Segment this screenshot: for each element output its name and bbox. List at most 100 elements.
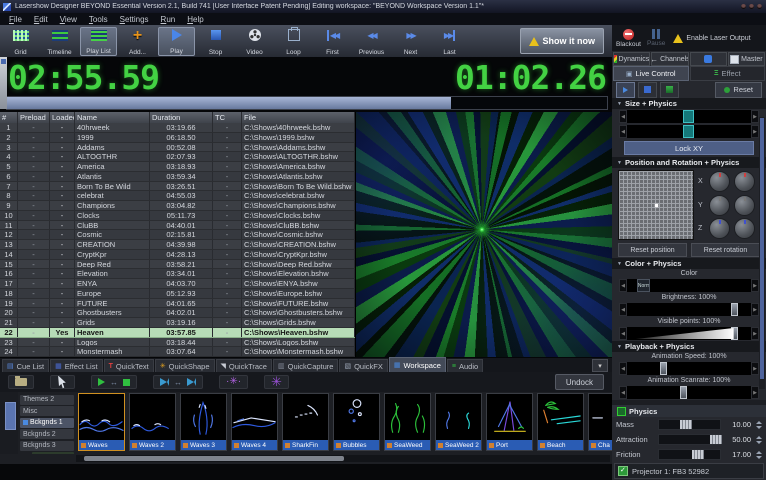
spider-effect-button[interactable]: ✳: [264, 375, 289, 389]
timeline-button[interactable]: Timeline: [41, 27, 78, 56]
spin-down-icon[interactable]: [756, 441, 762, 444]
table-row[interactable]: 18--Europe05:12.93-C:\Shows\Europe.bshw: [0, 289, 355, 299]
preview-mode-button[interactable]: [660, 82, 679, 98]
tab-cue-list[interactable]: Cue List: [2, 359, 49, 372]
slider-right-arrow[interactable]: ▶: [751, 386, 759, 399]
group-misc[interactable]: Misc: [32, 452, 74, 454]
table-row[interactable]: 16--Elevation03:34.01-C:\Shows\Elevation…: [0, 269, 355, 279]
reset-rotation-button[interactable]: Reset rotation: [691, 243, 760, 257]
table-row[interactable]: 5--America03:18.93-C:\Shows\America.bshw: [0, 162, 355, 172]
panel-tab-master[interactable]: Master: [728, 52, 765, 66]
section-position-rotation[interactable]: Position and Rotation + Physics: [612, 157, 766, 168]
slider-handle[interactable]: [692, 450, 704, 459]
cue-thumbnail-seaweed-2[interactable]: SeaWeed 2: [435, 393, 482, 451]
add-button[interactable]: +Add...: [119, 27, 156, 56]
value-spinner[interactable]: [755, 451, 762, 459]
section-physics[interactable]: Physics: [612, 405, 766, 417]
reset-position-button[interactable]: Reset position: [618, 243, 687, 257]
cue-thumbnail-sharkfin[interactable]: SharkFin: [282, 393, 329, 451]
cue-thumbnail-cha[interactable]: Cha: [588, 393, 612, 451]
tab-quicktrace[interactable]: QuickTrace: [216, 359, 272, 372]
menu-view[interactable]: View: [55, 15, 82, 24]
value-spinner[interactable]: [755, 421, 762, 429]
table-row[interactable]: 21--Grids03:19.16-C:\Shows\Grids.bshw: [0, 318, 355, 328]
cue-thumbnail-waves[interactable]: Waves: [78, 393, 125, 451]
tab-quickfx[interactable]: QuickFX: [339, 359, 387, 372]
slider-track[interactable]: [627, 386, 751, 399]
slider-track[interactable]: [627, 125, 751, 138]
panel-tab-pointer[interactable]: [690, 52, 727, 66]
slider-left-arrow[interactable]: ◀: [619, 279, 627, 292]
slider-handle[interactable]: [660, 362, 667, 375]
table-row[interactable]: 3--Addams00:52.08-C:\Shows\Addams.bshw: [0, 143, 355, 153]
slider-right-arrow[interactable]: ▶: [751, 327, 759, 340]
z-offset-knob[interactable]: [734, 218, 755, 239]
panel-subtab-live-control[interactable]: Live Control: [613, 66, 689, 81]
brightness-slider[interactable]: ◀▶: [619, 303, 759, 316]
table-row[interactable]: 1--40hrweek03:19.66-C:\Shows\40hrweek.bs…: [0, 123, 355, 133]
play-mode-group[interactable]: ↔: [91, 375, 137, 389]
slider-handle[interactable]: [683, 110, 694, 123]
table-row[interactable]: 22-YesHeaven03:57.85-C:\Shows\Heaven.bsh…: [0, 328, 355, 338]
slider-left-arrow[interactable]: ◀: [619, 303, 627, 316]
select-tool-button[interactable]: [50, 375, 75, 389]
slider-right-arrow[interactable]: ▶: [751, 303, 759, 316]
table-row[interactable]: 24--Monstermash03:07.64-C:\Shows\Monster…: [0, 347, 355, 357]
next-button[interactable]: ▶▶Next: [392, 27, 429, 56]
pause-button[interactable]: Pause: [647, 29, 665, 47]
cue-thumbnail-beach[interactable]: Beach: [537, 393, 584, 451]
slider-right-arrow[interactable]: ▶: [751, 110, 759, 123]
slider-handle[interactable]: [731, 303, 738, 316]
spin-up-icon[interactable]: [756, 451, 762, 454]
spin-down-icon[interactable]: [756, 426, 762, 429]
table-row[interactable]: 6--Atlantis03:59.34-C:\Shows\Atlantis.bs…: [0, 172, 355, 182]
slider-handle[interactable]: [680, 386, 687, 399]
open-workspace-button[interactable]: [8, 375, 34, 389]
mass-slider[interactable]: [658, 419, 721, 430]
cue-thumbnail-waves-2[interactable]: Waves 2: [129, 393, 176, 451]
table-row[interactable]: 4--ALTOGTHR02:07.93-C:\Shows\ALTOGTHR.bs…: [0, 152, 355, 162]
slider-right-arrow[interactable]: ▶: [751, 125, 759, 138]
table-row[interactable]: 19--FUTURE04:01.65-C:\Shows\FUTURE.bshw: [0, 299, 355, 309]
cue-thumbnail-seaweed[interactable]: SeaWeed: [384, 393, 431, 451]
blackout-button[interactable]: Blackout: [616, 29, 641, 48]
section-playback[interactable]: Playback + Physics: [612, 341, 766, 352]
scrollbar-thumb[interactable]: [760, 118, 764, 379]
minimize-button[interactable]: [741, 4, 746, 9]
tab-quicktext[interactable]: QuickText: [104, 359, 154, 372]
menu-tools[interactable]: Tools: [84, 15, 113, 24]
slider-track[interactable]: Norm: [627, 279, 751, 292]
slider-handle[interactable]: [683, 125, 694, 138]
close-button[interactable]: [757, 4, 762, 9]
table-row[interactable]: 8--celebrat04:55.03-C:\Shows\celebrat.bs…: [0, 191, 355, 201]
table-row[interactable]: 10--Clocks05:11.73-C:\Shows\Clocks.bshw: [0, 211, 355, 221]
scrollbar-thumb[interactable]: [84, 456, 344, 461]
color-slider[interactable]: ◀Norm▶: [619, 279, 759, 292]
table-row[interactable]: 13--CREATION04:39.98-C:\Shows\CREATION.b…: [0, 240, 355, 250]
size-y-slider[interactable]: ◀▶: [619, 125, 759, 138]
section-color[interactable]: Color + Physics: [612, 258, 766, 269]
scrollbar-thumb[interactable]: [5, 402, 16, 430]
playlist-button[interactable]: Play List: [80, 27, 117, 56]
grid-mode-button[interactable]: [638, 82, 657, 98]
table-row[interactable]: 2--199906:18.50-C:\Shows\1999.bshw: [0, 133, 355, 143]
cue-thumbnail-bubbles[interactable]: Bubbles: [333, 393, 380, 451]
table-row[interactable]: 12--Cosmic02:15.81-C:\Shows\Cosmic.bshw: [0, 230, 355, 240]
slider-handle[interactable]: Norm: [637, 279, 650, 292]
reset-button[interactable]: Reset: [715, 82, 762, 98]
tab-audio[interactable]: Audio: [447, 359, 483, 372]
menu-settings[interactable]: Settings: [115, 15, 154, 24]
loop-button[interactable]: Loop: [275, 27, 312, 56]
table-row[interactable]: 14--CryptKpr04:28.13-C:\Shows\CryptKpr.b…: [0, 250, 355, 260]
group-misc[interactable]: Misc: [20, 406, 74, 416]
position-pad[interactable]: [618, 170, 694, 240]
menu-file[interactable]: File: [4, 15, 27, 24]
cue-thumbnail-port[interactable]: Port: [486, 393, 533, 451]
x-offset-knob[interactable]: [734, 171, 755, 192]
projector-status[interactable]: Projector 1: FB3 52982: [614, 463, 764, 479]
animation-scanrate-slider[interactable]: ◀▶: [619, 386, 759, 399]
slider-track[interactable]: [627, 110, 751, 123]
undock-button[interactable]: Undock: [555, 374, 604, 390]
thumbnails-scrollbar[interactable]: [76, 455, 610, 462]
table-row[interactable]: 17--ENYA04:03.70-C:\Shows\ENYA.bshw: [0, 279, 355, 289]
